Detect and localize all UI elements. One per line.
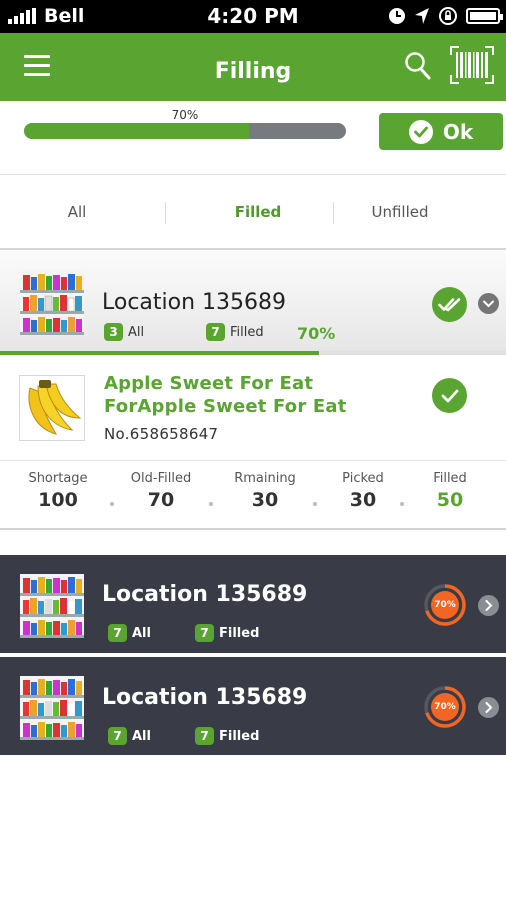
app-header: Filling (0, 33, 506, 101)
location-title: Location 135689 (102, 290, 287, 315)
stat-value: 100 (38, 489, 78, 511)
product-name-line1: Apple Sweet For Eat (104, 373, 314, 394)
all-count-label: All (132, 625, 151, 641)
battery-icon (466, 8, 503, 24)
shelf-icon (20, 271, 84, 335)
stat-picked: Picked 30 (318, 471, 408, 511)
product-name-line2: ForApple Sweet For Eat (104, 396, 347, 417)
stat-separator (313, 502, 317, 506)
ok-label: Ok (442, 119, 474, 144)
stat-remaining: Rmaining 30 (220, 471, 310, 511)
stat-value: 30 (349, 489, 377, 511)
double-check-icon[interactable] (432, 287, 467, 322)
stat-filled: Filled 50 (405, 471, 495, 511)
all-count-label: All (128, 324, 145, 340)
stat-separator (400, 502, 404, 506)
all-count-badge: 7 (108, 624, 127, 642)
tab-all[interactable]: All (2, 203, 152, 221)
progress-ring-label: 70% (434, 702, 456, 712)
progress-ring-label: 70% (434, 600, 456, 610)
search-icon[interactable] (404, 51, 432, 81)
filled-count-label: Filled (230, 324, 264, 340)
filled-count-label: Filled (219, 728, 260, 744)
tab-filled[interactable]: Filled (183, 203, 333, 221)
stat-label: Filled (433, 471, 467, 486)
product-image (19, 375, 85, 441)
shelf-icon (20, 574, 84, 638)
filled-count: 7 Filled (195, 727, 259, 745)
tab-divider (165, 202, 166, 224)
filled-count: 7 Filled (195, 624, 259, 642)
all-count-badge: 7 (108, 727, 127, 745)
stat-value: 70 (147, 489, 175, 511)
shelf-icon (20, 676, 84, 740)
stat-value: 30 (251, 489, 279, 511)
tab-unfilled[interactable]: Unfilled (325, 203, 475, 221)
stat-old-filled: Old-Filled 70 (116, 471, 206, 511)
all-count: 7 All (108, 727, 151, 745)
status-icons (388, 6, 503, 26)
check-icon[interactable] (432, 378, 467, 413)
filled-count-label: Filled (219, 625, 260, 641)
stat-label: Old-Filled (130, 471, 192, 486)
stat-separator (110, 502, 114, 506)
stat-label: Rmaining (234, 471, 296, 486)
all-count: 3 All (104, 323, 144, 341)
all-count-badge: 3 (104, 323, 123, 341)
location-percent: 70% (297, 324, 336, 343)
filled-count-badge: 7 (195, 727, 214, 745)
stat-label: Picked (342, 471, 384, 486)
filter-tabs: All Filled Unfilled (0, 174, 506, 250)
filled-count: 7 Filled (206, 323, 264, 341)
chevron-right-icon[interactable] (478, 595, 499, 616)
all-count: 7 All (108, 624, 151, 642)
ok-button[interactable]: Ok (379, 113, 503, 150)
overall-progress-bar (24, 123, 346, 139)
stat-shortage: Shortage 100 (13, 471, 103, 511)
filled-count-badge: 7 (206, 323, 225, 341)
location-arrow-icon (415, 8, 429, 24)
product-number: No.658658647 (104, 425, 219, 443)
status-bar: Bell 4:20 PM (0, 0, 506, 33)
all-count-label: All (132, 728, 151, 744)
clock-icon (389, 8, 405, 24)
location-title: Location 135689 (102, 582, 308, 607)
check-icon (408, 119, 433, 144)
location-title: Location 135689 (102, 685, 308, 710)
stat-value: 50 (436, 489, 464, 511)
product-name: Apple Sweet For Eat ForApple Sweet For E… (104, 372, 404, 418)
rotation-lock-icon (439, 7, 457, 25)
product-stats: Shortage 100 Old-Filled 70 Rmaining 30 P… (0, 460, 506, 530)
progress-section: 70% Ok (0, 101, 506, 173)
stat-label: Shortage (28, 471, 88, 486)
chevron-right-icon[interactable] (478, 697, 499, 718)
filled-count-badge: 7 (195, 624, 214, 642)
progress-fill (24, 123, 250, 139)
stat-separator (209, 502, 213, 506)
chevron-down-icon[interactable] (478, 293, 499, 314)
barcode-scan-icon[interactable] (449, 45, 495, 85)
progress-percent: 70% (171, 108, 199, 122)
